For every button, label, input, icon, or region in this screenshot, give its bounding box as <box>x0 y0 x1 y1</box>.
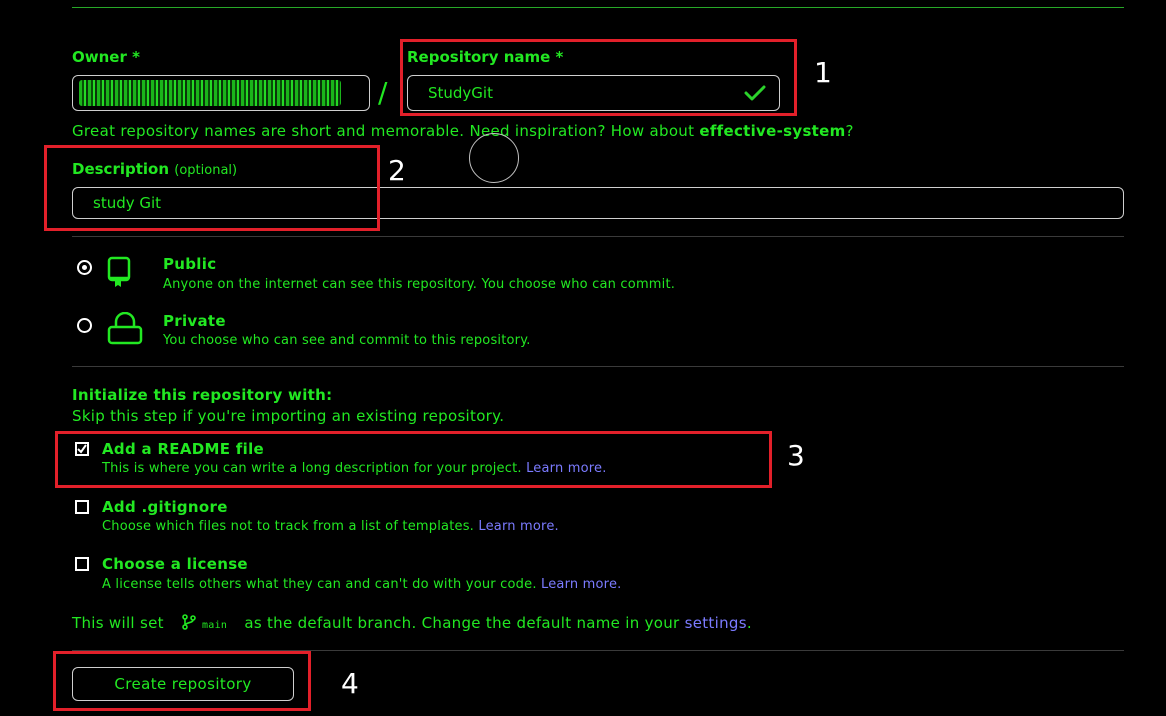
license-desc-text: A license tells others what they can and… <box>102 577 537 592</box>
annotation-box-2 <box>44 145 380 231</box>
annotation-number-1: 1 <box>814 56 832 89</box>
branch-note-suffix: . <box>746 614 752 632</box>
branch-note-middle: as the default branch. Change the defaul… <box>244 614 680 632</box>
gitignore-desc-text: Choose which files not to track from a l… <box>102 519 475 534</box>
private-title: Private <box>163 312 226 330</box>
public-desc: Anyone on the internet can see this repo… <box>163 277 676 292</box>
divider-visibility <box>72 236 1124 237</box>
gitignore-learn-more-link[interactable]: Learn more. <box>478 519 558 534</box>
owner-label: Owner * <box>72 48 140 66</box>
loading-spinner-icon <box>469 133 519 183</box>
private-desc: You choose who can see and commit to thi… <box>163 333 531 348</box>
branch-note-prefix: This will set <box>72 614 164 632</box>
annotation-number-3: 3 <box>787 439 805 472</box>
gitignore-checkbox[interactable] <box>75 500 89 514</box>
gitignore-title: Add .gitignore <box>102 498 228 516</box>
repo-book-icon <box>107 256 131 292</box>
divider-initialize <box>72 366 1124 367</box>
annotation-box-4 <box>53 651 311 711</box>
settings-link[interactable]: settings <box>685 614 747 632</box>
owner-select[interactable] <box>72 75 370 111</box>
gitignore-desc: Choose which files not to track from a l… <box>102 519 559 534</box>
lock-icon <box>107 311 143 350</box>
repository-name-hint: Great repository names are short and mem… <box>72 122 854 140</box>
license-checkbox[interactable] <box>75 557 89 571</box>
license-title: Choose a license <box>102 555 248 573</box>
annotation-number-2: 2 <box>388 154 406 187</box>
git-branch-icon <box>181 614 197 634</box>
annotation-number-4: 4 <box>341 667 359 700</box>
private-radio[interactable] <box>77 318 92 333</box>
radio-dot <box>82 265 87 270</box>
annotation-box-3 <box>55 431 772 488</box>
branch-name: main <box>201 620 228 631</box>
owner-redacted <box>79 80 341 106</box>
default-branch-note: This will set main as the default branch… <box>72 614 752 634</box>
initialize-subheading: Skip this step if you're importing an ex… <box>72 407 505 425</box>
owner-repo-separator: / <box>378 76 388 109</box>
hint-text: Great repository names are short and mem… <box>72 122 695 140</box>
top-divider <box>72 7 1124 8</box>
public-title: Public <box>163 255 217 273</box>
license-desc: A license tells others what they can and… <box>102 577 621 592</box>
suggested-name-link[interactable]: effective-system <box>699 122 845 140</box>
public-radio[interactable] <box>77 260 92 275</box>
initialize-heading: Initialize this repository with: <box>72 386 333 404</box>
annotation-box-1 <box>400 39 797 116</box>
hint-suffix: ? <box>845 122 854 140</box>
license-learn-more-link[interactable]: Learn more. <box>541 577 621 592</box>
